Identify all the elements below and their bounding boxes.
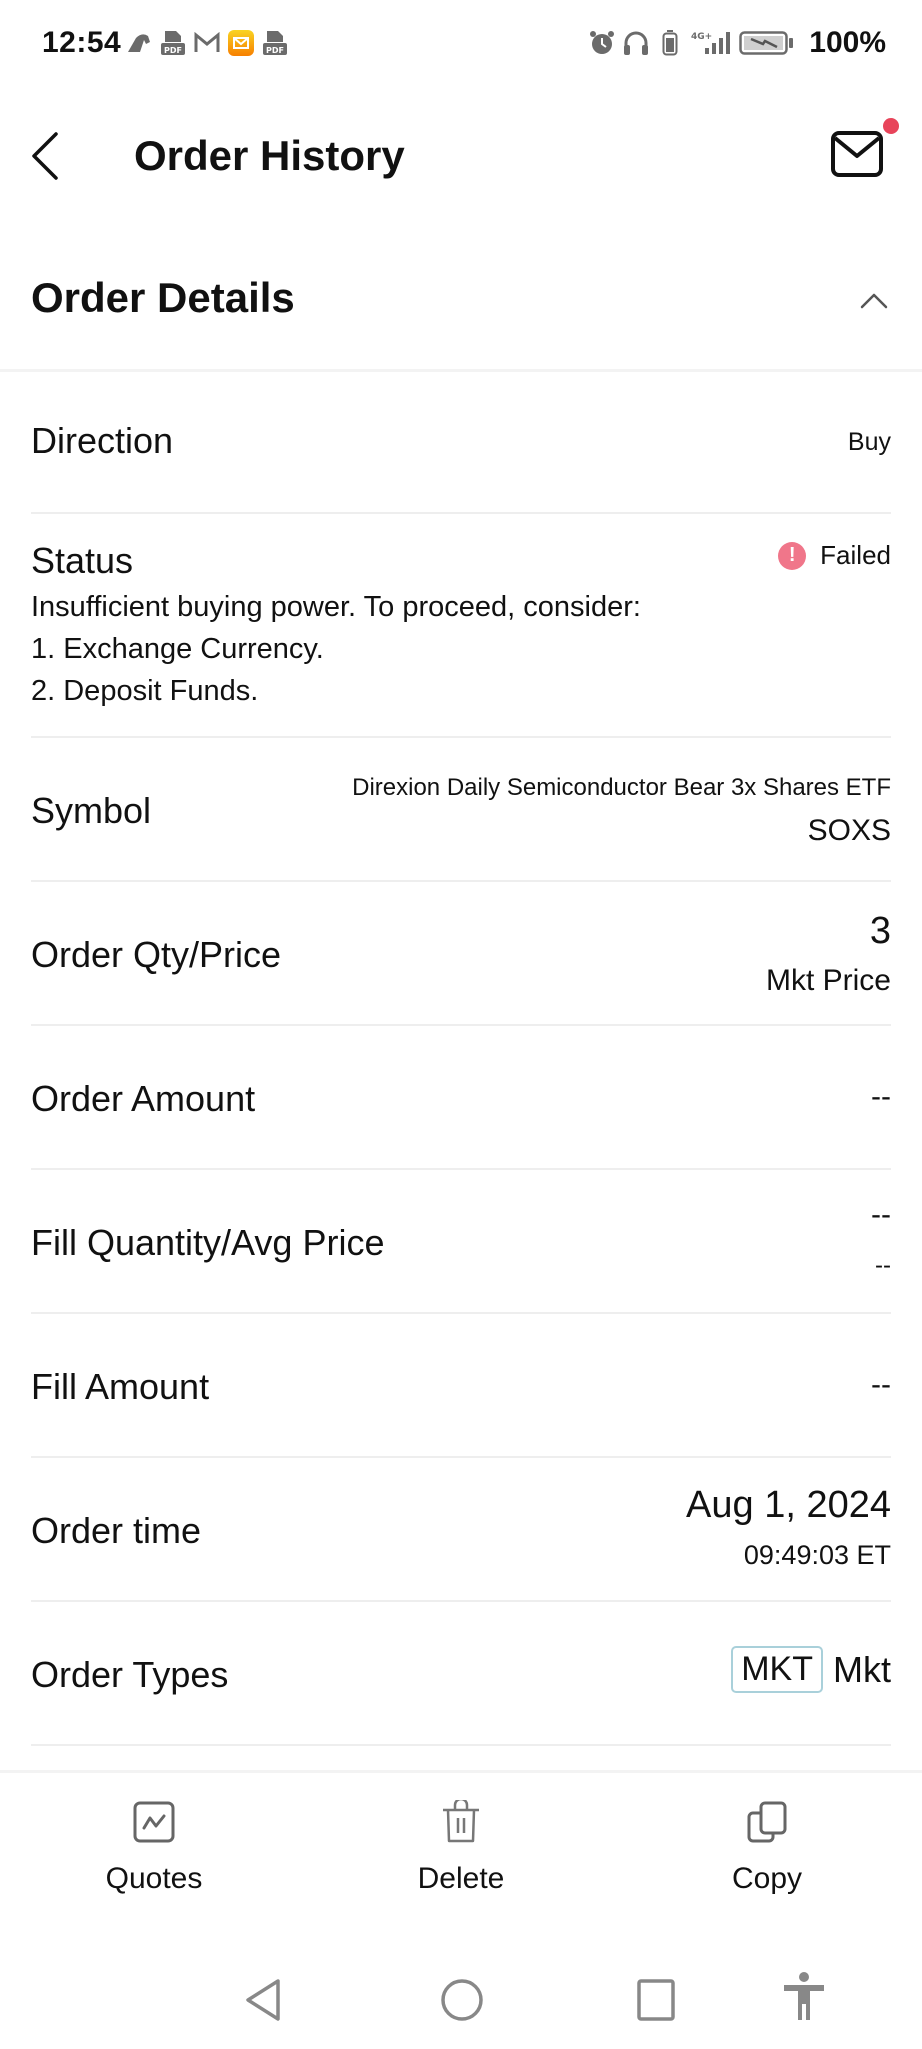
status-message-line: Insufficient buying power. To proceed, c… <box>31 591 641 623</box>
row-fill-amount: Fill Amount -- <box>31 1314 891 1458</box>
fill-qty-avg-price-label: Fill Quantity/Avg Price <box>31 1222 385 1263</box>
mail-icon <box>831 131 883 177</box>
error-icon: ! <box>778 541 807 570</box>
alarm-icon <box>589 30 615 56</box>
row-status: Status ! Failed Insufficient buying powe… <box>31 514 891 738</box>
status-message-line: 1. Exchange Currency. <box>31 633 324 665</box>
row-order-qty-price: Order Qty/Price 3 Mkt Price <box>31 882 891 1026</box>
trash-icon <box>443 1800 479 1843</box>
section-title: Order Details <box>31 274 295 321</box>
order-amount-value: -- <box>871 1080 891 1113</box>
square-recents-icon <box>637 1979 675 2021</box>
copy-icon <box>747 1801 787 1843</box>
row-fill-qty-avg-price: Fill Quantity/Avg Price -- -- <box>31 1170 891 1314</box>
status-value: Failed <box>820 540 891 570</box>
nav-accessibility-button[interactable] <box>782 1972 826 2027</box>
order-type-badge: MKT <box>731 1646 823 1693</box>
mail-app-icon <box>228 30 254 56</box>
signal-4g-plus-icon: 4G+ <box>691 30 731 56</box>
order-qty-price-label: Order Qty/Price <box>31 934 282 975</box>
messages-button[interactable] <box>830 128 886 180</box>
battery-saver-icon <box>657 30 683 56</box>
order-time-value: 09:49:03 ET <box>743 1540 891 1570</box>
status-message: Insufficient buying power. To proceed, c… <box>31 586 641 712</box>
order-types-value-wrap: MKT Mkt <box>731 1646 891 1693</box>
fill-amount-value: -- <box>871 1368 891 1401</box>
row-order-time: Order time Aug 1, 2024 09:49:03 ET <box>31 1458 891 1602</box>
svg-text:4G+: 4G+ <box>691 32 712 42</box>
order-types-label: Order Types <box>31 1654 229 1695</box>
triangle-back-icon <box>246 1979 280 2021</box>
direction-value: Buy <box>847 428 891 456</box>
battery-charging-icon <box>739 30 795 56</box>
delete-button[interactable]: Delete <box>381 1800 541 1896</box>
pdf-icon: PDF <box>160 30 186 56</box>
system-icons: 4G+ 100% <box>589 26 886 60</box>
status-badge: ! Failed <box>778 540 891 571</box>
order-amount-label: Order Amount <box>31 1078 256 1119</box>
status-message-line: 2. Deposit Funds. <box>31 675 259 707</box>
chart-icon <box>133 1801 175 1843</box>
row-order-types: Order Types MKT Mkt <box>31 1602 891 1746</box>
svg-text:PDF: PDF <box>164 46 182 55</box>
row-symbol: Symbol Direxion Daily Semiconductor Bear… <box>31 738 891 882</box>
pdf-icon: PDF <box>262 30 288 56</box>
order-price-value: Mkt Price <box>765 964 891 997</box>
nav-recents-button[interactable] <box>636 1978 676 2027</box>
row-order-amount: Order Amount -- <box>31 1026 891 1170</box>
status-time: 12:54 <box>42 26 122 59</box>
headphones-icon <box>623 30 649 56</box>
symbol-ticker: SOXS <box>807 814 891 847</box>
status-bar: 12:54 PDF PDF 4G+ 100% <box>0 0 922 90</box>
fill-avg-price-value: -- <box>875 1252 891 1279</box>
nav-back-button[interactable] <box>242 1978 284 2027</box>
unread-dot <box>883 118 899 134</box>
action-bar-divider <box>0 1770 922 1773</box>
svg-text:PDF: PDF <box>266 46 284 55</box>
chevron-up-icon <box>860 293 888 309</box>
row-direction: Direction Buy <box>31 372 891 514</box>
page-title: Order History <box>134 132 405 179</box>
delete-label: Delete <box>417 1862 505 1895</box>
copy-label: Copy <box>731 1862 803 1895</box>
fill-qty-value: -- <box>871 1198 891 1231</box>
circle-home-icon <box>441 1979 483 2021</box>
order-time-label: Order time <box>31 1510 202 1551</box>
direction-label: Direction <box>31 420 174 461</box>
order-qty-value: 3 <box>869 910 891 952</box>
order-date-value: Aug 1, 2024 <box>686 1484 891 1526</box>
back-button[interactable] <box>26 126 66 186</box>
symbol-name: Direxion Daily Semiconductor Bear 3x Sha… <box>352 774 891 801</box>
fill-amount-label: Fill Amount <box>31 1366 210 1407</box>
order-type-value: Mkt <box>833 1648 891 1690</box>
battery-percent: 100% <box>809 26 886 59</box>
notification-icons: PDF PDF <box>126 30 288 56</box>
accessibility-icon <box>784 1972 824 2020</box>
system-nav-bar <box>0 1960 922 2040</box>
quotes-button[interactable]: Quotes <box>74 1800 234 1896</box>
quotes-label: Quotes <box>105 1862 203 1895</box>
chevron-left-icon <box>32 132 58 180</box>
app-notification-icon <box>126 30 152 56</box>
nav-home-button[interactable] <box>440 1978 484 2027</box>
collapse-section-button[interactable] <box>856 285 892 315</box>
gmail-icon <box>194 30 220 56</box>
status-label: Status <box>31 540 134 581</box>
copy-button[interactable]: Copy <box>687 1800 847 1896</box>
symbol-label: Symbol <box>31 790 152 831</box>
